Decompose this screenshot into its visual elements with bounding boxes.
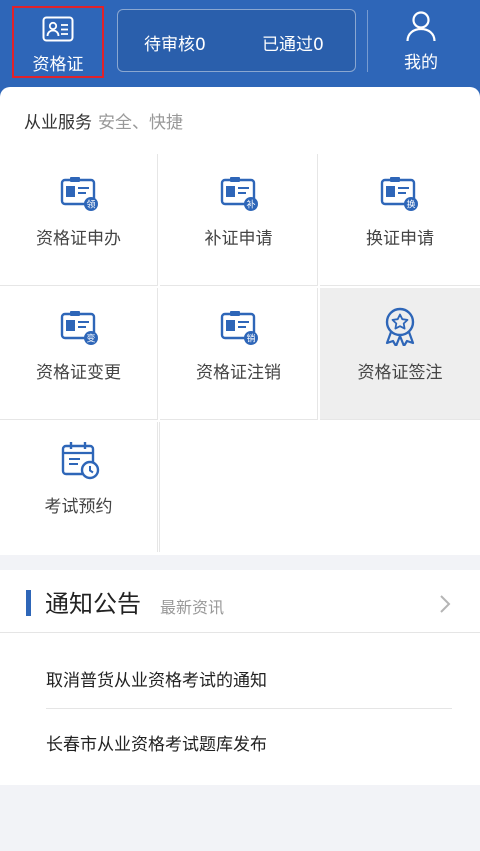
certificate-cancel-badge: 销 (246, 333, 255, 345)
service-certificate-endorse[interactable]: 资格证签注 (320, 288, 480, 420)
notice-header-divider (0, 632, 480, 633)
notice-accent-bar (26, 590, 31, 616)
certificate-cancel-icon: 销 (220, 311, 258, 345)
calendar-clock-icon (61, 442, 100, 480)
header-divider (367, 10, 368, 72)
grid-divider (159, 422, 160, 552)
service-label: 资格证注销 (196, 363, 281, 383)
service-certificate-apply[interactable]: 领 资格证申办 (0, 154, 158, 286)
certificate-change-badge: 变 (86, 333, 95, 345)
award-badge-icon (385, 307, 415, 346)
review-status-box: 待审核0 已通过0 (117, 9, 356, 72)
notice-item-divider (46, 708, 452, 709)
service-label: 资格证申办 (36, 229, 121, 249)
services-subtitle: 安全、快捷 (98, 113, 183, 133)
certificate-renew-icon: 换 (380, 177, 418, 211)
certificate-renew-badge: 换 (406, 199, 415, 211)
service-certificate-renew[interactable]: 换 换证申请 (320, 154, 480, 286)
service-certificate-change[interactable]: 变 资格证变更 (0, 288, 158, 420)
certificate-reissue-icon: 补 (220, 177, 258, 211)
service-label: 考试预约 (44, 497, 113, 517)
pending-review-count[interactable]: 待审核0 (144, 30, 206, 55)
tab-qualification[interactable]: 资格证 (12, 6, 104, 78)
services-header: 从业服务 安全、快捷 (24, 108, 183, 133)
tab-qualification-label: 资格证 (32, 55, 84, 75)
service-label: 换证申请 (366, 229, 434, 249)
chevron-right-icon[interactable] (436, 592, 454, 616)
service-label: 补证申请 (204, 229, 273, 249)
notice-section: 通知公告 最新资讯 取消普货从业资格考试的通知 长春市从业资格考试题库发布 (0, 570, 480, 785)
certificate-apply-badge: 领 (86, 199, 95, 211)
tab-mine-label: 我的 (404, 53, 438, 73)
approved-count[interactable]: 已通过0 (262, 30, 324, 55)
notice-subtitle: 最新资讯 (160, 598, 225, 617)
certificate-apply-icon: 领 (60, 177, 98, 211)
service-label: 资格证签注 (357, 363, 443, 383)
user-icon (406, 11, 436, 42)
notice-item[interactable]: 取消普货从业资格考试的通知 (46, 666, 267, 691)
certificate-change-icon: 变 (60, 311, 98, 345)
tab-mine[interactable]: 我的 (378, 6, 464, 78)
services-title: 从业服务 (24, 113, 92, 133)
notice-title: 通知公告 (45, 590, 141, 618)
service-label: 资格证变更 (36, 363, 121, 383)
service-exam-booking[interactable]: 考试预约 (0, 422, 158, 552)
service-certificate-cancel[interactable]: 销 资格证注销 (160, 288, 318, 420)
certificate-reissue-badge: 补 (246, 199, 255, 211)
id-card-icon (42, 16, 74, 42)
notice-item[interactable]: 长春市从业资格考试题库发布 (46, 730, 267, 755)
service-certificate-reissue[interactable]: 补 补证申请 (160, 154, 318, 286)
